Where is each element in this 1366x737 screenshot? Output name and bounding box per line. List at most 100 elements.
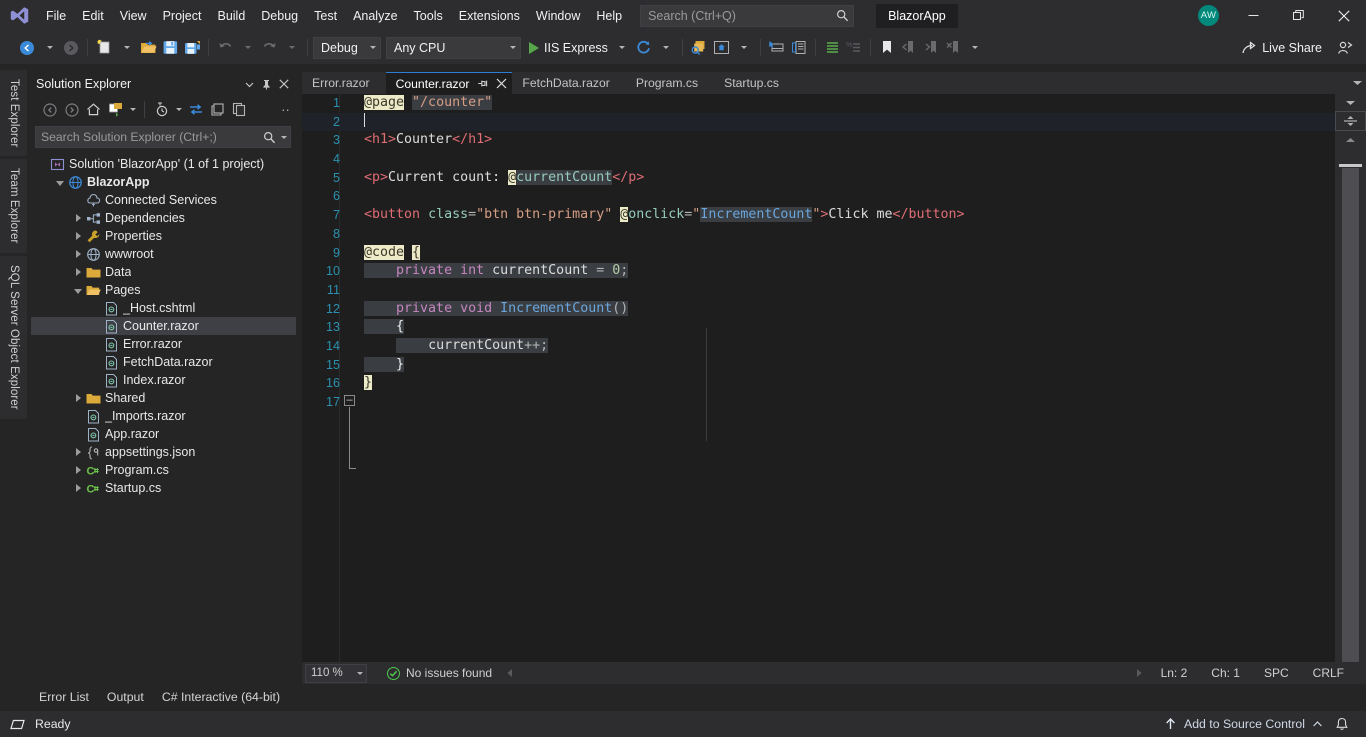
se-home-icon[interactable] — [83, 99, 104, 120]
feedback-icon[interactable] — [1334, 36, 1356, 60]
se-pending-changes-icon[interactable] — [151, 99, 172, 120]
solution-explorer-search[interactable] — [35, 126, 291, 148]
start-debugging-button[interactable]: IIS Express — [526, 36, 611, 60]
tree-item-dependencies[interactable]: Dependencies — [31, 209, 296, 227]
pin-tab-icon[interactable] — [475, 76, 490, 91]
toggle-bookmark-icon[interactable] — [876, 36, 898, 60]
search-options-dropdown[interactable] — [280, 135, 287, 139]
code-line[interactable]: 1 @page "/counter" — [302, 94, 1366, 113]
redo-dropdown[interactable] — [280, 36, 302, 60]
notifications-bell-icon[interactable] — [1328, 711, 1356, 737]
menu-file[interactable]: File — [38, 4, 74, 28]
vertical-tab-test-explorer[interactable]: Test Explorer — [0, 70, 27, 157]
se-refresh-icon[interactable] — [207, 99, 228, 120]
open-file-icon[interactable] — [137, 36, 159, 60]
tree-item-blazorapp[interactable]: BlazorApp — [31, 173, 296, 191]
tree-item-pages[interactable]: Pages — [31, 281, 296, 299]
solution-explorer-search-input[interactable] — [41, 130, 263, 144]
solution-explorer-select-icon[interactable] — [766, 36, 788, 60]
browser-overflow[interactable] — [733, 36, 755, 60]
hot-reload-icon[interactable] — [633, 36, 655, 60]
browser-select-icon[interactable] — [688, 36, 710, 60]
tree-item-solution-blazorapp-1-of-1-project[interactable]: Solution 'BlazorApp' (1 of 1 project) — [31, 155, 296, 173]
save-icon[interactable] — [159, 36, 181, 60]
se-pending-changes-dropdown[interactable] — [173, 99, 184, 120]
tree-item-program-cs[interactable]: C Program.cs — [31, 461, 296, 479]
menu-window[interactable]: Window — [528, 4, 588, 28]
start-debugging-dropdown[interactable] — [611, 36, 633, 60]
scrollbar-split-icon[interactable] — [1335, 111, 1366, 131]
code-line[interactable]: 17 — [302, 393, 1366, 412]
vertical-tab-sql-server-object-explorer[interactable]: SQL Server Object Explorer — [0, 255, 27, 419]
chevron-down-icon[interactable] — [53, 179, 67, 186]
toolbar-overflow[interactable] — [964, 36, 986, 60]
close-icon[interactable] — [275, 75, 292, 93]
tree-item-error-razor[interactable]: Error.razor — [31, 335, 296, 353]
tree-item-shared[interactable]: Shared — [31, 389, 296, 407]
se-forward-icon[interactable] — [61, 99, 82, 120]
code-line[interactable]: 3 <h1>Counter</h1> — [302, 131, 1366, 150]
task-list-icon[interactable] — [821, 36, 843, 60]
code-line[interactable]: 5 <p>Current count: @currentCount</p> — [302, 169, 1366, 188]
se-switch-views-dropdown[interactable] — [127, 99, 138, 120]
solution-configuration-combo[interactable]: Debug — [313, 36, 381, 59]
code-line[interactable]: 9 @code { — [302, 244, 1366, 263]
code-line[interactable]: 12 private void IncrementCount() — [302, 300, 1366, 319]
code-line[interactable]: 10 private int currentCount = 0; — [302, 262, 1366, 281]
scroll-up-icon[interactable] — [1335, 131, 1366, 148]
code-line[interactable]: 15 } — [302, 356, 1366, 375]
chevron-down-icon[interactable] — [71, 287, 85, 294]
editor-tab-counter-razor[interactable]: Counter.razor — [385, 72, 513, 94]
close-tab-icon[interactable] — [494, 76, 509, 91]
chevron-right-icon[interactable] — [71, 214, 85, 222]
issues-indicator[interactable]: No issues found — [387, 666, 492, 680]
undo-dropdown[interactable] — [236, 36, 258, 60]
redo-icon[interactable] — [258, 36, 280, 60]
editor-vertical-scrollbar[interactable] — [1335, 94, 1366, 662]
editor-tab-program-cs[interactable]: Program.cs — [626, 72, 714, 94]
issues-prev-icon[interactable] — [506, 668, 514, 678]
tree-item-data[interactable]: Data — [31, 263, 296, 281]
navigate-backward-dropdown[interactable] — [38, 36, 60, 60]
editor-tab-fetchdata-razor[interactable]: FetchData.razor — [512, 72, 625, 94]
chevron-right-icon[interactable] — [71, 268, 85, 276]
dock-tab-error-list[interactable]: Error List — [30, 687, 98, 710]
se-show-all-files-icon[interactable] — [229, 99, 250, 120]
code-line[interactable]: 8 — [302, 225, 1366, 244]
menu-build[interactable]: Build — [209, 4, 253, 28]
code-editor[interactable]: 1 @page "/counter" 2 3 <h1>Counter</h1> 4 5 <p>… — [302, 94, 1366, 662]
menu-test[interactable]: Test — [306, 4, 345, 28]
tree-item-host-cshtml[interactable]: _Host.cshtml — [31, 299, 296, 317]
add-to-source-control-button[interactable]: Add to Source Control — [1159, 717, 1328, 731]
editor-tab-startup-cs[interactable]: Startup.cs — [714, 72, 795, 94]
code-line[interactable]: 6 — [302, 187, 1366, 206]
code-line[interactable]: 7 <button class="btn btn-primary" @onclic… — [302, 206, 1366, 225]
editor-tab-error-razor[interactable]: Error.razor — [302, 72, 386, 94]
undo-icon[interactable] — [214, 36, 236, 60]
clear-bookmarks-icon[interactable] — [942, 36, 964, 60]
comment-icon[interactable]: % — [843, 36, 865, 60]
navigate-forward-icon[interactable] — [60, 36, 82, 60]
menu-debug[interactable]: Debug — [253, 4, 306, 28]
tree-item-app-razor[interactable]: App.razor — [31, 425, 296, 443]
next-bookmark-icon[interactable] — [920, 36, 942, 60]
tree-item-counter-razor[interactable]: Counter.razor — [31, 317, 296, 335]
code-line[interactable]: 4 — [302, 150, 1366, 169]
vertical-tab-team-explorer[interactable]: Team Explorer — [0, 159, 27, 253]
tab-strip-overflow[interactable] — [1352, 72, 1366, 94]
menu-analyze[interactable]: Analyze — [345, 4, 405, 28]
new-project-dropdown[interactable] — [115, 36, 137, 60]
chevron-right-icon[interactable] — [71, 448, 85, 456]
menu-help[interactable]: Help — [588, 4, 630, 28]
code-line[interactable]: 13 { — [302, 318, 1366, 337]
avatar[interactable]: AW — [1198, 5, 1219, 26]
hot-reload-dropdown[interactable] — [655, 36, 677, 60]
web-browser-icon[interactable] — [710, 36, 733, 60]
save-all-icon[interactable] — [181, 36, 203, 60]
close-icon[interactable] — [1321, 0, 1366, 31]
collapse-region-icon[interactable]: – — [344, 395, 355, 406]
se-switch-views-icon[interactable] — [105, 99, 126, 120]
tree-item-startup-cs[interactable]: C Startup.cs — [31, 479, 296, 497]
global-search-input[interactable] — [648, 8, 837, 23]
pin-icon[interactable] — [258, 75, 275, 93]
